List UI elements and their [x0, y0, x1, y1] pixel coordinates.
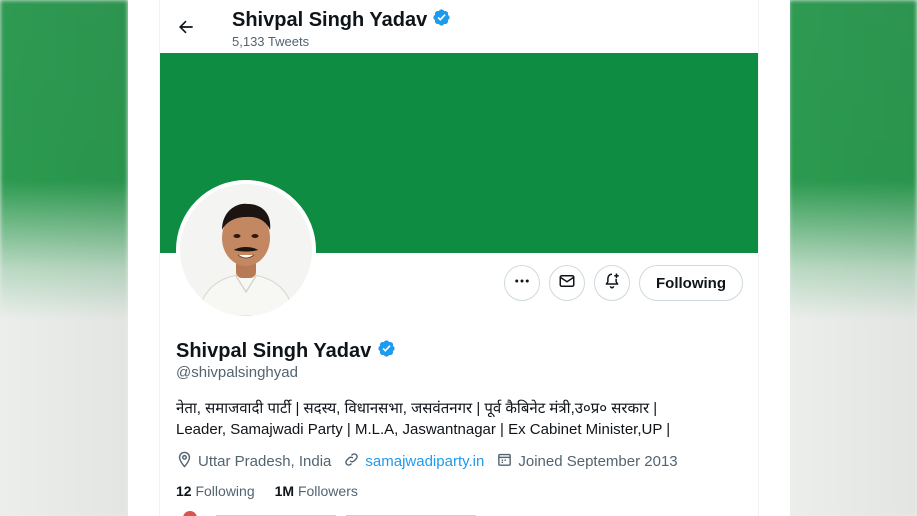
bio-line-english: Leader, Samajwadi Party | M.L.A, Jaswant…	[176, 421, 671, 438]
followers-label: Followers	[297, 483, 358, 499]
mail-icon	[558, 272, 576, 295]
background-left	[0, 0, 128, 516]
verified-badge-icon	[432, 8, 451, 33]
profile-name: Shivpal Singh Yadav	[176, 339, 396, 364]
following-link[interactable]: 12 Following	[176, 483, 255, 499]
profile-card: Shivpal Singh Yadav 5,133 Tweets Followi…	[128, 0, 790, 516]
tweet-count: 5,133 Tweets	[232, 34, 310, 49]
profile-name-text: Shivpal Singh Yadav	[176, 340, 372, 362]
location-text: Uttar Pradesh, India	[198, 453, 332, 470]
profile-column: Shivpal Singh Yadav 5,133 Tweets Followi…	[159, 0, 759, 516]
profile-bio: नेता, समाजवादी पार्टी | सदस्य, विधानसभा,…	[176, 398, 736, 440]
verified-badge-icon	[377, 339, 396, 364]
link-icon	[343, 451, 360, 472]
profile-handle: @shivpalsinghyad	[176, 364, 298, 381]
location: Uttar Pradesh, India	[176, 451, 331, 472]
website-link[interactable]: samajwadiparty.in	[365, 453, 484, 470]
back-arrow-icon[interactable]	[176, 17, 196, 37]
website: samajwadiparty.in	[343, 451, 484, 472]
following-button[interactable]: Following	[639, 265, 743, 301]
bell-plus-icon	[603, 272, 621, 295]
notifications-button[interactable]	[594, 265, 631, 301]
profile-header-bar: Shivpal Singh Yadav 5,133 Tweets	[160, 0, 758, 53]
follow-stats: 12 Following 1M Followers	[176, 483, 358, 499]
avatar[interactable]	[176, 180, 316, 320]
location-pin-icon	[176, 451, 193, 472]
header-name: Shivpal Singh Yadav	[232, 9, 428, 31]
join-date-text: Joined September 2013	[518, 453, 678, 470]
followers-count: 1M	[274, 483, 295, 499]
more-icon	[513, 272, 531, 295]
profile-actions: Following	[504, 265, 743, 301]
more-button[interactable]	[504, 265, 541, 301]
header-title: Shivpal Singh Yadav	[232, 8, 451, 33]
followers-link[interactable]: 1M Followers	[275, 483, 358, 499]
bio-line-hindi: नेता, समाजवादी पार्टी | सदस्य, विधानसभा,…	[176, 400, 658, 417]
message-button[interactable]	[549, 265, 586, 301]
background-right	[789, 0, 917, 516]
following-count: 12	[176, 483, 192, 499]
calendar-icon	[496, 451, 513, 472]
following-label: Following	[195, 483, 255, 499]
followed-by-row-cutoff	[183, 511, 476, 516]
profile-meta: Uttar Pradesh, India samajwadiparty.in J…	[176, 451, 678, 472]
join-date: Joined September 2013	[496, 451, 678, 472]
